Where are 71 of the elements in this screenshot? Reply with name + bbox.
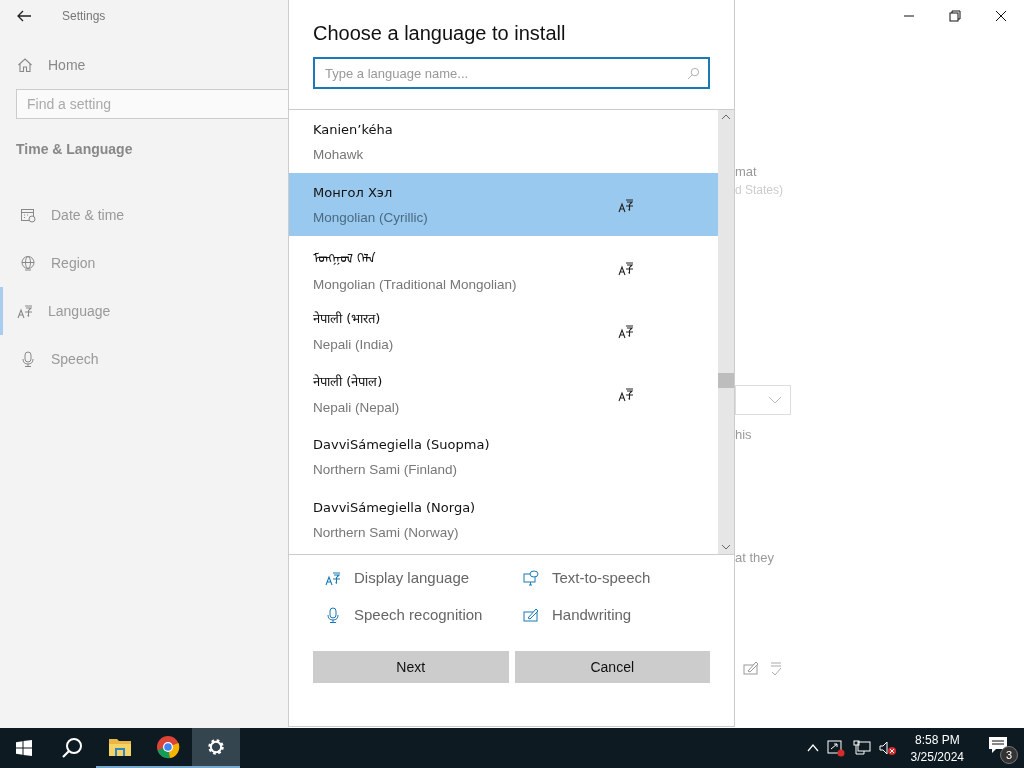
list-row[interactable]: Монгол Хэл Mongolian (Cyrillic) [289, 173, 718, 236]
scroll-thumb[interactable] [718, 373, 734, 388]
windows-logo-icon [16, 740, 32, 756]
language-native-name: नेपाली (नेपाल) [313, 373, 384, 390]
list-row[interactable]: Kanien’kéha Mohawk [289, 110, 718, 173]
language-icon [618, 385, 634, 402]
restore-icon[interactable] [949, 10, 961, 22]
taskbar-app[interactable] [192, 728, 240, 768]
search-field[interactable]: Find a setting [16, 89, 289, 119]
clock-date[interactable]: 3/25/2024 [910, 749, 964, 764]
language-english-name: Northern Sami (Norway) [313, 524, 460, 540]
dialog-title: Choose a language to install [313, 22, 567, 45]
language-native-name: DavviSámegiella (Suopma) [313, 436, 491, 452]
network-icon[interactable] [852, 740, 871, 756]
calendar-icon [20, 207, 36, 223]
language-english-name: Northern Sami (Finland) [313, 461, 459, 477]
language-english-name: Mongolian (Traditional Mongolian) [313, 276, 518, 292]
feature-label: Display language [354, 569, 470, 586]
globe-icon [20, 255, 36, 271]
feature-label: Text-to-speech [552, 569, 651, 586]
language-native-name: Kanien’kéha [313, 121, 394, 137]
clock-time[interactable]: 8:58 PM [914, 732, 960, 747]
language-english-name: Nepali (Nepal) [313, 400, 401, 415]
language-icon [618, 322, 634, 339]
language-english-name: Mongolian (Cyrillic) [313, 209, 429, 225]
search-field[interactable]: Type a language name... [313, 57, 710, 89]
search-icon [687, 67, 700, 80]
chevron-down-icon[interactable] [721, 544, 731, 550]
microphone-icon [20, 351, 36, 367]
text-fragment: at they [735, 550, 775, 565]
list-row[interactable]: नेपाली (भारत) Nepali (India) [289, 299, 718, 362]
chevron-down-icon [768, 396, 782, 404]
window-title: Settings [62, 9, 106, 23]
language-english-name: Mohawk [313, 146, 365, 162]
home-icon [17, 57, 33, 73]
folder-icon [108, 737, 132, 757]
pen-icon [743, 661, 759, 675]
gear-icon [206, 737, 226, 757]
feature-label: Speech recognition [354, 606, 483, 623]
language-native-name: Монгол Хэл [313, 184, 394, 200]
language-native-name: नेपाली (भारत) [313, 310, 382, 327]
notification-icon[interactable] [988, 736, 1008, 754]
display-warning-icon[interactable] [826, 739, 845, 757]
text-fragment: mat [735, 164, 757, 179]
text-fragment: his [735, 427, 752, 442]
dialog-button[interactable]: Cancel [514, 651, 710, 683]
microphone-icon [325, 606, 341, 623]
section-heading: Time & Language [16, 141, 134, 157]
list-row[interactable]: नेपाली (नेपाल) Nepali (Nepal) [289, 362, 718, 425]
list-row[interactable]: DavviSámegiella (Norga) Northern Sami (Norway) [289, 488, 718, 551]
list-row[interactable]: ᠮᠣᠩᠭᠣᠯ ᠬᠡᠯᠡ Mongolian (Traditional Mongolian) [289, 236, 718, 299]
language-native-name: ᠮᠣᠩᠭᠣᠯ ᠬᠡᠯᠡ [313, 249, 378, 267]
notification-count-badge: 3 [1000, 746, 1018, 764]
back-arrow-icon[interactable] [16, 8, 32, 24]
language-icon [17, 303, 33, 319]
list-row[interactable]: DavviSámegiella (Suopma) Northern Sami (Finland) [289, 425, 718, 488]
scrollbar[interactable] [718, 110, 734, 554]
pen-icon [523, 607, 539, 622]
close-icon[interactable] [995, 10, 1007, 22]
speech-bubble-icon [523, 569, 539, 586]
language-icon [325, 569, 341, 586]
language-english-name: Nepali (India) [313, 337, 395, 352]
spellcheck-icon [769, 661, 783, 677]
language-native-name: DavviSámegiella (Norga) [313, 499, 477, 515]
dialog-button[interactable]: Next [313, 651, 509, 683]
language-icon [618, 196, 634, 213]
feature-label: Handwriting [552, 606, 632, 623]
search-icon [61, 737, 83, 759]
language-icon [618, 259, 634, 276]
speaker-muted-icon[interactable] [878, 740, 897, 756]
browser-icon [156, 735, 180, 759]
